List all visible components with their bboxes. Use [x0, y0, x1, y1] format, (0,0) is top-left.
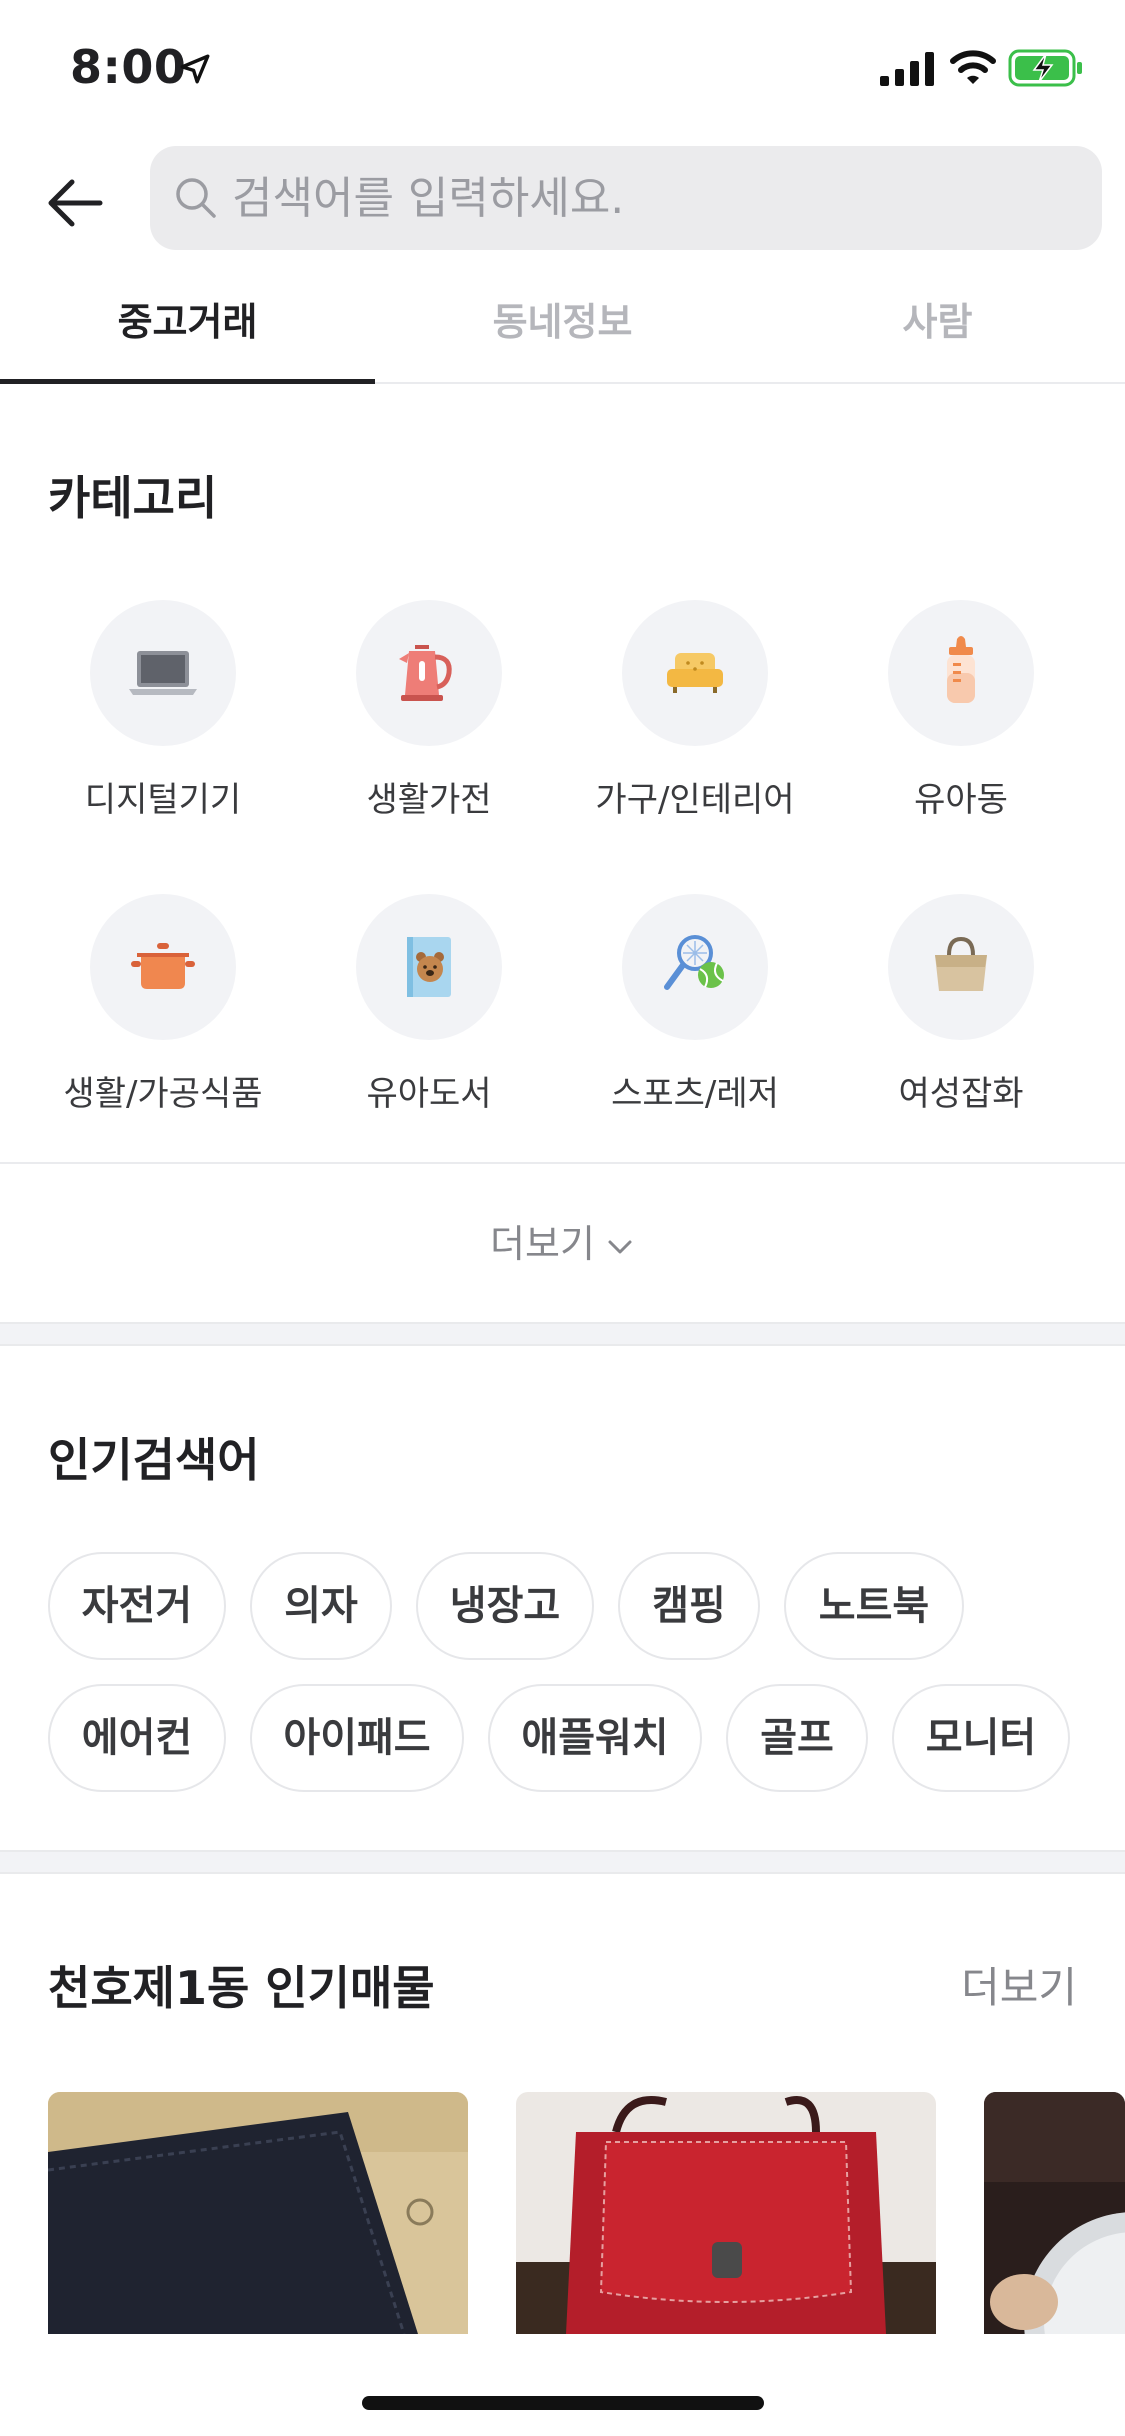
keyword-chip[interactable]: 에어컨: [48, 1684, 226, 1792]
category-item-women-goods[interactable]: 여성잡화: [831, 894, 1091, 1115]
tab-bar: 중고거래 동네정보 사람: [0, 268, 1125, 384]
popular-items-more-link[interactable]: 더보기: [961, 1954, 1077, 2015]
keyword-chip[interactable]: 모니터: [892, 1684, 1070, 1792]
keyword-chip[interactable]: 아이패드: [250, 1684, 464, 1792]
divider: [0, 1162, 1125, 1164]
handbag-icon: [935, 936, 987, 991]
keyword-chip[interactable]: 애플워치: [488, 1684, 702, 1792]
category-label: 생활/가공식품: [63, 1074, 263, 1114]
kettle-icon: [399, 645, 452, 701]
cosmetic-photo: [984, 2092, 1125, 2334]
category-icon-bg: [90, 894, 236, 1040]
product-thumbnail-cosmetic[interactable]: [984, 2092, 1125, 2334]
product-thumbnail-wallet[interactable]: [48, 2092, 468, 2334]
cellular-signal-icon: [880, 52, 934, 86]
tab-people[interactable]: 사람: [750, 268, 1125, 382]
pot-icon: [131, 943, 195, 989]
category-label: 생활가전: [366, 780, 492, 820]
search-input[interactable]: [232, 146, 1082, 250]
keyword-chip[interactable]: 냉장고: [416, 1552, 594, 1660]
keyword-chip[interactable]: 골프: [726, 1684, 868, 1792]
popular-search-title: 인기검색어: [48, 1433, 260, 1487]
battery-charging-icon: [1008, 49, 1082, 87]
category-icon-bg: [622, 894, 768, 1040]
category-more-label: 더보기: [490, 1222, 595, 1266]
category-icon-bg: [356, 600, 502, 746]
tennis-icon: [664, 935, 724, 990]
keyword-chip[interactable]: 의자: [250, 1552, 392, 1660]
status-time: 8:00: [70, 40, 187, 94]
tab-neighborhood-info[interactable]: 동네정보: [375, 268, 750, 382]
category-label: 스포츠/레저: [611, 1074, 779, 1114]
category-label: 유아동: [914, 780, 1008, 820]
tab-used-trade[interactable]: 중고거래: [0, 268, 375, 384]
category-label: 가구/인테리어: [595, 780, 795, 820]
category-icon-bg: [356, 894, 502, 1040]
category-title: 카테고리: [48, 471, 218, 525]
category-label: 여성잡화: [898, 1074, 1024, 1114]
section-divider: [0, 1850, 1125, 1874]
product-thumbnail-red-bag[interactable]: [516, 2092, 936, 2334]
laptop-icon: [129, 651, 197, 695]
search-icon: [176, 178, 216, 218]
bear-book-icon: [407, 937, 451, 997]
back-arrow-icon[interactable]: [44, 172, 106, 234]
category-icon-bg: [888, 894, 1034, 1040]
category-more-button[interactable]: 더보기: [0, 1166, 1125, 1322]
section-divider: [0, 1322, 1125, 1346]
search-bar[interactable]: [150, 146, 1102, 250]
keyword-chip[interactable]: 캠핑: [618, 1552, 760, 1660]
red-bag-photo: [516, 2092, 936, 2334]
category-item-appliances[interactable]: 생활가전: [299, 600, 559, 821]
wallet-photo: [48, 2092, 468, 2334]
keyword-chip[interactable]: 자전거: [48, 1552, 226, 1660]
baby-bottle-icon: [947, 636, 975, 703]
wifi-icon: [950, 50, 996, 84]
category-item-kids[interactable]: 유아동: [831, 600, 1091, 821]
category-icon-bg: [622, 600, 768, 746]
sofa-icon: [667, 653, 723, 693]
category-icon-bg: [888, 600, 1034, 746]
chevron-down-icon: [608, 1240, 632, 1253]
category-label: 유아도서: [366, 1074, 492, 1114]
category-item-sports[interactable]: 스포츠/레저: [565, 894, 825, 1115]
status-bar: 8:00: [0, 0, 1125, 135]
category-label: 디지털기기: [84, 780, 242, 820]
popular-items-title: 천호제1동 인기매물: [48, 1961, 435, 2015]
category-item-digital[interactable]: 디지털기기: [33, 600, 293, 821]
category-icon-bg: [90, 600, 236, 746]
category-item-furniture[interactable]: 가구/인테리어: [565, 600, 825, 821]
category-item-food[interactable]: 생활/가공식품: [33, 894, 293, 1115]
category-item-kids-books[interactable]: 유아도서: [299, 894, 559, 1115]
keyword-chip[interactable]: 노트북: [784, 1552, 964, 1660]
home-indicator: [362, 2396, 764, 2410]
location-arrow-icon: [180, 54, 210, 84]
